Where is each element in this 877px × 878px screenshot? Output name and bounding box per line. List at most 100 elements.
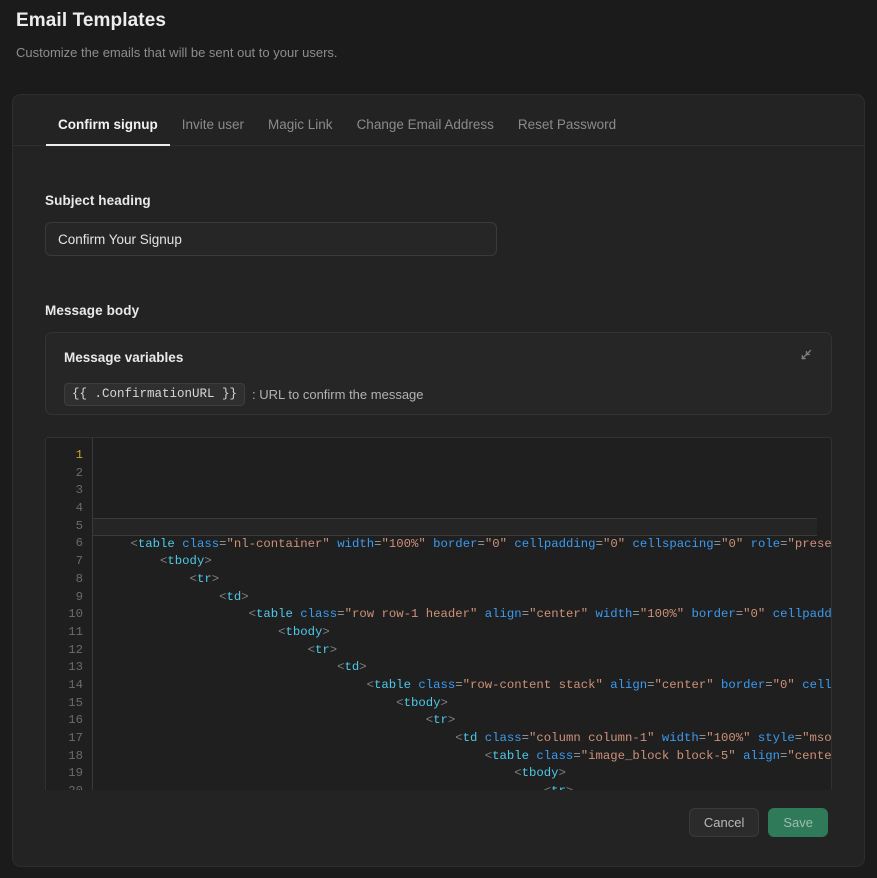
cancel-button[interactable]: Cancel [688,807,760,837]
code-token-attr: class [536,748,574,763]
line-number: 8 [75,571,83,586]
page-header: Email Templates Customize the emails tha… [0,0,877,62]
code-token-punct: > [558,766,566,781]
code-token-attr: width [337,536,375,551]
line-number: 5 [75,518,83,533]
code-line[interactable]: <td> [93,659,831,677]
code-token-punct: < [101,571,197,586]
code-token-punct [477,731,484,745]
code-token-punct: < [101,660,345,675]
code-token-attr: border [720,678,766,692]
code-token-punct: > [440,695,448,710]
code-token-str: "row row-1 header" [344,607,478,622]
code-line[interactable]: <table class="row row-1 header" align="c… [93,606,831,624]
code-token-tag: tbody [167,554,205,569]
page-title: Email Templates [16,10,167,31]
code-token-str: "nl-container" [226,536,330,551]
message-body-label: Message body [45,303,140,318]
code-token-punct: > [322,624,330,639]
tab-reset-password[interactable]: Reset Password [506,117,628,146]
code-token-str: "center" [654,678,714,692]
code-line[interactable]: <tbody> [93,765,831,783]
code-token-str: "center" [529,607,589,622]
code-token-tag: tr [196,571,212,586]
variable-token-chip[interactable]: {{ .ConfirmationURL }} [64,383,246,406]
code-token-punct: > [241,589,249,604]
code-token-attr: class [300,607,338,622]
code-token-punct: > [211,571,220,586]
code-token-tag: table [492,748,530,763]
code-token-eq: = [521,731,530,746]
code-token-eq: = [713,536,722,551]
code-line[interactable]: <tr> [93,571,831,589]
code-line[interactable]: <tbody> [93,553,831,571]
tab-invite-user[interactable]: Invite user [170,117,256,146]
code-token-punct [714,678,721,692]
code-token-str: "image_block block-5" [580,748,736,763]
subject-heading-label: Subject heading [45,193,151,208]
code-line[interactable]: <tbody> [93,695,831,713]
subject-heading-input[interactable] [45,222,497,256]
code-line[interactable]: <table class="image_block block-5" align… [93,748,831,766]
message-variable-row: {{ .ConfirmationURL }} : URL to confirm … [64,383,813,406]
code-token-punct: < [101,554,168,569]
tab-magic-link[interactable]: Magic Link [256,117,345,146]
code-line[interactable]: <td> [93,589,831,607]
card-body: Subject heading Message body Message var… [13,146,864,790]
code-line[interactable]: <tr> [93,712,831,730]
code-line[interactable]: <tr> [93,783,831,790]
code-token-eq: = [219,536,227,551]
code-token-attr: style [757,731,795,746]
line-number: 13 [68,660,83,675]
line-number: 7 [75,554,83,569]
code-token-tag: tbody [403,695,441,710]
code-editor[interactable]: 123456789101112131415161718192021 <table… [45,437,832,790]
code-token-punct [750,731,757,745]
code-token-tag: tr [315,642,330,657]
code-line[interactable] [93,517,817,536]
code-token-attr: width [595,607,633,622]
code-token-punct: > [204,554,212,569]
collapse-arrows-icon[interactable] [799,347,817,365]
code-token-punct: < [101,695,404,710]
line-number: 12 [68,642,83,657]
code-token-str: "0" [484,536,507,551]
code-token-str: "0" [602,536,626,551]
code-token-punct: > [329,642,338,657]
code-token-attr: class [484,731,522,746]
code-token-attr: border [433,536,478,551]
code-token-str: "0" [772,678,795,692]
code-token-eq: = [595,536,603,551]
message-variables-panel: Message variables {{ .ConfirmationURL }}… [45,332,832,415]
save-button[interactable]: Save [768,807,828,837]
line-number: 2 [75,465,83,480]
tab-change-email-address[interactable]: Change Email Address [345,117,506,146]
code-line[interactable]: <table class="nl-container" width="100%"… [93,536,831,554]
card-footer: Cancel Save [13,790,864,866]
code-token-punct: < [101,766,522,781]
code-token-eq: = [647,678,655,692]
code-token-attr: role [750,536,781,551]
code-token-attr: cellpadding [514,536,596,551]
code-token-attr: align [743,748,780,763]
code-token-str: "center" [787,748,831,763]
code-token-punct [588,607,595,621]
editor-code-area[interactable]: <table class="nl-container" width="100%"… [92,438,831,790]
code-token-eq: = [632,607,640,622]
code-token-tag: tbody [285,624,323,639]
tab-confirm-signup[interactable]: Confirm signup [46,117,170,146]
page-subtitle: Customize the emails that will be sent o… [16,45,338,60]
code-line[interactable]: <td class="column column-1" width="100%"… [93,730,831,748]
code-line[interactable]: <tbody> [93,624,831,642]
line-number: 9 [75,589,83,604]
code-token-eq: = [337,607,345,622]
code-token-punct: < [101,642,316,657]
code-token-tag: table [137,536,175,551]
code-token-tag: td [344,660,360,675]
code-token-punct: < [101,589,227,604]
code-line[interactable]: <tr> [93,642,831,660]
code-token-punct: < [101,607,256,622]
code-token-attr: border [691,607,736,622]
code-line[interactable]: <table class="row-content stack" align="… [93,677,831,695]
code-token-punct [736,749,743,763]
